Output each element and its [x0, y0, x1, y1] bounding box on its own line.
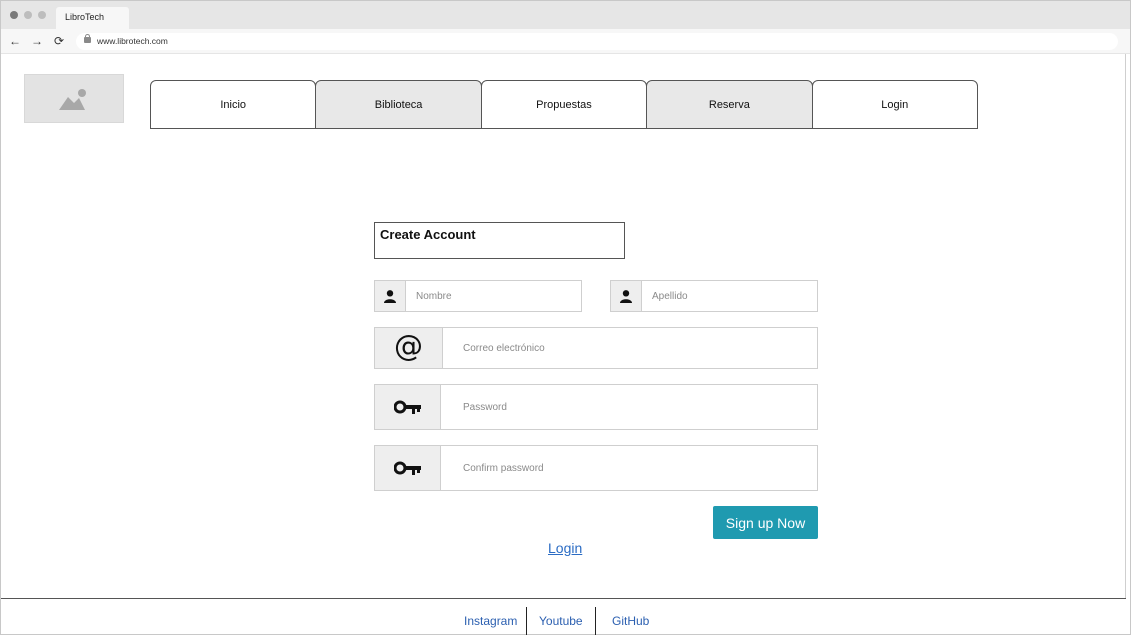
footer-link-github[interactable]: GitHub [612, 614, 649, 628]
password-placeholder: Password [463, 401, 507, 413]
browser-window: LibroTech ← → ⟳ www.librotech.com Inicio… [0, 0, 1131, 635]
tab-title: LibroTech [65, 12, 105, 22]
form-title: Create Account [374, 222, 625, 259]
maximize-window-button[interactable] [38, 11, 46, 19]
forward-icon[interactable]: → [31, 34, 43, 48]
confirm-password-placeholder: Confirm password [463, 462, 544, 474]
footer-link-instagram[interactable]: Instagram [464, 614, 517, 628]
image-placeholder-icon [59, 89, 86, 110]
main-navigation: Inicio Biblioteca Propuestas Reserva Log… [150, 80, 982, 129]
footer-separator [526, 607, 527, 635]
browser-tab[interactable]: LibroTech [56, 7, 129, 29]
last-name-placeholder: Apellido [652, 290, 688, 302]
footer-link-youtube[interactable]: Youtube [539, 614, 583, 628]
user-icon [375, 281, 406, 311]
sign-up-button[interactable]: Sign up Now [713, 506, 818, 539]
page-border [1125, 54, 1126, 598]
reload-icon[interactable]: ⟳ [54, 34, 64, 48]
nav-item-biblioteca[interactable]: Biblioteca [315, 80, 482, 129]
email-field[interactable]: @ Correo electrónico [374, 327, 818, 369]
footer-separator [595, 607, 596, 635]
back-icon[interactable]: ← [9, 34, 21, 48]
site-logo-placeholder[interactable] [24, 74, 124, 123]
nav-item-reserva[interactable]: Reserva [646, 80, 813, 129]
nav-item-login[interactable]: Login [811, 80, 978, 129]
key-icon [375, 385, 441, 429]
login-link[interactable]: Login [548, 540, 582, 556]
footer-divider [1, 598, 1126, 599]
user-icon [611, 281, 642, 311]
last-name-field[interactable]: Apellido [610, 280, 818, 312]
email-placeholder: Correo electrónico [463, 342, 545, 354]
close-window-button[interactable] [10, 11, 18, 19]
confirm-password-field[interactable]: Confirm password [374, 445, 818, 491]
key-icon [375, 446, 441, 490]
address-row: ← → ⟳ www.librotech.com [1, 29, 1130, 54]
url-text: www.librotech.com [97, 36, 168, 46]
nav-item-inicio[interactable]: Inicio [150, 80, 317, 129]
at-sign-icon: @ [375, 328, 443, 368]
password-field[interactable]: Password [374, 384, 818, 430]
title-bar: LibroTech [1, 1, 1130, 29]
nav-item-propuestas[interactable]: Propuestas [480, 80, 648, 129]
first-name-field[interactable]: Nombre [374, 280, 582, 312]
minimize-window-button[interactable] [24, 11, 32, 19]
first-name-placeholder: Nombre [416, 290, 452, 302]
lock-icon [84, 34, 91, 43]
address-bar[interactable]: www.librotech.com [76, 33, 1118, 50]
